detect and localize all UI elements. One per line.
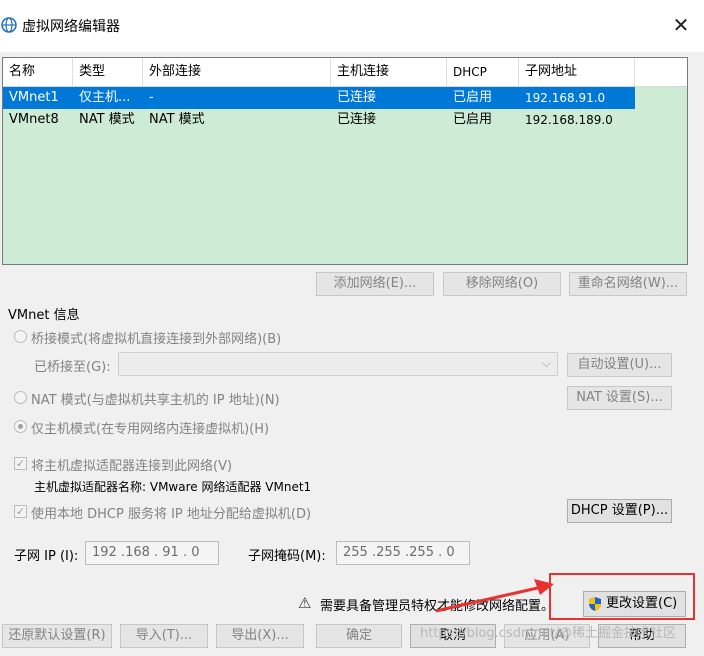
add-network-button[interactable]: 添加网络(E)... <box>316 272 434 296</box>
dhcp-settings-button[interactable]: DHCP 设置(P)... <box>567 499 672 523</box>
table-header: 名称 类型 外部连接 主机连接 DHCP 子网地址 <box>3 58 687 87</box>
window-title: 虚拟网络编辑器 <box>22 19 120 35</box>
globe-icon <box>1 17 17 33</box>
chevron-down-icon: ⌵ <box>541 356 551 370</box>
bridged-to-select[interactable]: ⌵ <box>118 352 558 376</box>
adapter-name-label: 主机虚拟适配器名称: VMware 网络适配器 VMnet1 <box>34 480 312 494</box>
subnet-ip-input[interactable]: 192 .168 . 91 . 0 <box>85 541 219 565</box>
cell-host: 已连接 <box>337 90 377 105</box>
column-header-name[interactable]: 名称 <box>3 58 73 86</box>
bridged-label: 桥接模式(将虚拟机直接连接到外部网络)(B) <box>31 332 282 347</box>
remove-network-button[interactable]: 移除网络(O) <box>443 272 561 296</box>
cell-subnet: 192.168.91.0 <box>525 91 606 105</box>
column-header-external[interactable]: 外部连接 <box>143 58 331 86</box>
cell-subnet: 192.168.189.0 <box>525 113 613 127</box>
hostonly-label: 仅主机模式(在专用网络内连接虚拟机)(H) <box>31 422 270 437</box>
nat-settings-button[interactable]: NAT 设置(S)... <box>567 386 672 410</box>
column-header-type[interactable]: 类型 <box>73 58 143 86</box>
rename-network-button[interactable]: 重命名网络(W)... <box>569 272 687 296</box>
cell-dhcp: 已启用 <box>453 90 493 105</box>
cell-type: 仅主机... <box>79 90 131 105</box>
cell-name: VMnet8 <box>9 112 59 127</box>
subnet-ip-label: 子网 IP (I): <box>14 549 79 564</box>
column-header-dhcp[interactable]: DHCP <box>447 58 519 86</box>
cell-dhcp: 已启用 <box>453 112 493 127</box>
title-bar: 虚拟网络编辑器 ✕ <box>0 0 704 52</box>
import-button[interactable]: 导入(T)... <box>120 624 208 648</box>
network-table[interactable]: 名称 类型 外部连接 主机连接 DHCP 子网地址 VMnet1 仅主机... … <box>2 57 688 265</box>
connect-adapter-label: 将主机虚拟适配器连接到此网络(V) <box>31 459 233 474</box>
table-row[interactable]: VMnet8 NAT 模式 NAT 模式 已连接 已启用 192.168.189… <box>3 109 635 131</box>
close-button[interactable]: ✕ <box>668 12 694 38</box>
table-row[interactable]: VMnet1 仅主机... - 已连接 已启用 192.168.91.0 <box>3 87 635 109</box>
cell-type: NAT 模式 <box>79 112 135 127</box>
subnet-mask-label: 子网掩码(M): <box>248 549 326 564</box>
cell-external: NAT 模式 <box>149 112 205 127</box>
cell-external: - <box>149 90 154 105</box>
warning-icon: ⚠ <box>298 594 312 612</box>
column-header-subnet[interactable]: 子网地址 <box>519 58 635 86</box>
bridged-radio[interactable] <box>14 330 27 343</box>
cell-host: 已连接 <box>337 112 377 127</box>
export-button[interactable]: 导出(X)... <box>216 624 304 648</box>
ok-button[interactable]: 确定 <box>316 624 402 648</box>
vmnet-info-label: VMnet 信息 <box>8 308 80 323</box>
hostonly-radio[interactable] <box>14 420 27 433</box>
bridged-to-label: 已桥接至(G): <box>34 360 111 375</box>
dhcp-checkbox[interactable]: ✓ <box>14 505 27 518</box>
nat-label: NAT 模式(与虚拟机共享主机的 IP 地址)(N) <box>31 393 280 408</box>
restore-defaults-button[interactable]: 还原默认设置(R) <box>2 624 112 648</box>
red-arrow-annotation <box>435 579 554 613</box>
connect-adapter-checkbox[interactable]: ✓ <box>14 457 27 470</box>
column-header-host[interactable]: 主机连接 <box>331 58 447 86</box>
dhcp-label: 使用本地 DHCP 服务将 IP 地址分配给虚拟机(D) <box>31 507 312 522</box>
highlight-box-annotation <box>549 573 695 620</box>
cell-name: VMnet1 <box>9 90 59 105</box>
subnet-mask-input[interactable]: 255 .255 .255 . 0 <box>336 541 470 565</box>
auto-settings-button[interactable]: 自动设置(U)... <box>567 353 672 377</box>
nat-radio[interactable] <box>14 391 27 404</box>
watermark-text: https://blog.csdn.net/@稀土掘金技术社区 <box>420 626 677 641</box>
